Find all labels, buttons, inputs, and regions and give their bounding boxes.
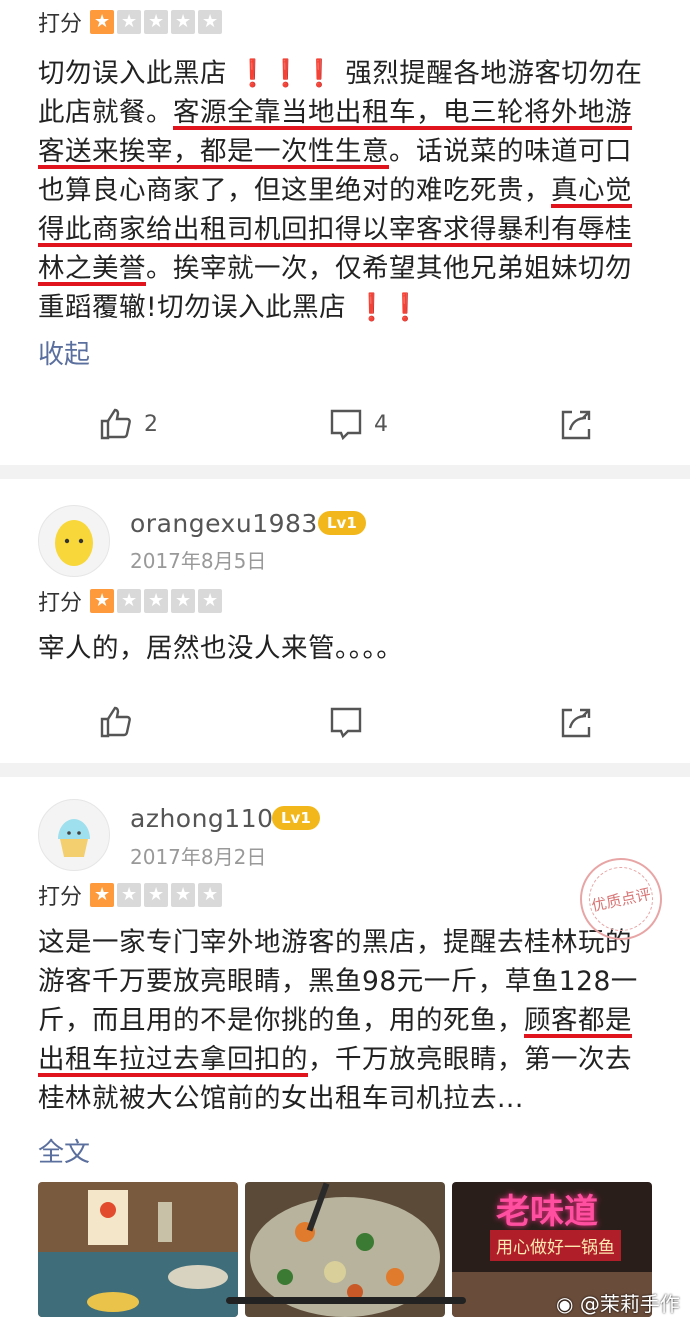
lemon-avatar-icon	[55, 520, 93, 566]
review-body: 切勿误入此黑店 ❗️❗️❗️ 强烈提醒各地游客切勿在此店就餐。客源全靠当地出租车…	[38, 54, 658, 327]
level-badge: Lv1	[318, 511, 366, 535]
sign-bottom: 用心做好一锅鱼	[490, 1230, 621, 1261]
rating-row: 打分 ★ ★ ★ ★ ★	[38, 879, 223, 911]
star-icon: ★	[90, 883, 115, 907]
horizontal-scrollbar[interactable]	[226, 1297, 466, 1304]
avatar[interactable]	[38, 799, 110, 871]
username[interactable]: azhong110	[130, 804, 274, 833]
cupcake-avatar-icon	[58, 819, 90, 857]
watermark-text: @茉莉手作	[579, 1292, 680, 1316]
weibo-icon: ◉	[556, 1292, 574, 1316]
star-icon: ★	[90, 589, 115, 613]
divider	[0, 465, 690, 479]
star-icon: ★	[117, 10, 142, 34]
star-icon: ★	[144, 10, 169, 34]
star-icon: ★	[198, 10, 223, 34]
share-button[interactable]	[558, 406, 594, 442]
full-text-link[interactable]: 全文	[38, 1132, 90, 1169]
comment-button[interactable]: 4	[328, 406, 388, 442]
sign-top: 老味道	[496, 1192, 598, 1232]
star-icon: ★	[171, 10, 196, 34]
star-icon: ★	[90, 10, 115, 34]
review-body: 宰人的，居然也没人来管。。。。	[38, 633, 404, 664]
comment-button[interactable]	[328, 704, 364, 740]
rating-label: 打分	[38, 12, 83, 37]
review-photo-1[interactable]	[38, 1182, 238, 1317]
share-button[interactable]	[558, 704, 594, 740]
review-date: 2017年8月2日	[130, 845, 267, 869]
comment-count: 4	[374, 411, 388, 437]
review-card-2: orangexu1983 Lv1 2017年8月5日 打分 ★ ★ ★ ★ ★ …	[0, 479, 690, 763]
exclamation-icon: ❗️❗️❗️	[235, 58, 337, 89]
star-rating: ★ ★ ★ ★ ★	[90, 883, 223, 907]
review-date: 2017年8月5日	[130, 549, 267, 573]
review-body: 这是一家专门宰外地游客的黑店，提醒去桂林玩的游客千万要放亮眼睛，黑鱼98元一斤，…	[38, 923, 658, 1118]
star-icon: ★	[144, 589, 169, 613]
star-rating: ★ ★ ★ ★ ★	[90, 10, 223, 34]
rating-row: 打分 ★ ★ ★ ★ ★	[38, 6, 223, 38]
avatar[interactable]	[38, 505, 110, 577]
level-badge: Lv1	[272, 806, 320, 830]
rating-row: 打分 ★ ★ ★ ★ ★	[38, 585, 223, 617]
exclamation-icon: ❗️❗️	[355, 292, 423, 323]
star-rating: ★ ★ ★ ★ ★	[90, 589, 223, 613]
username[interactable]: orangexu1983	[130, 509, 318, 538]
thumbs-up-icon	[100, 408, 131, 440]
like-count: 2	[144, 411, 158, 437]
rating-label: 打分	[38, 591, 83, 616]
watermark: ◉ @茉莉手作	[556, 1288, 680, 1317]
share-icon	[561, 410, 591, 440]
comment-icon	[330, 707, 362, 739]
like-button[interactable]	[98, 704, 134, 740]
star-icon: ★	[117, 883, 142, 907]
star-icon: ★	[171, 883, 196, 907]
collapse-link[interactable]: 收起	[38, 334, 90, 371]
divider	[0, 763, 690, 777]
rating-label: 打分	[38, 885, 83, 910]
star-icon: ★	[198, 883, 223, 907]
star-icon: ★	[198, 589, 223, 613]
stamp-text: 优质点评	[589, 884, 653, 915]
share-icon	[561, 708, 591, 738]
thumbs-up-icon	[100, 706, 131, 738]
review-text: 切勿误入此黑店	[38, 58, 227, 89]
like-button[interactable]: 2	[98, 406, 158, 442]
star-icon: ★	[117, 589, 142, 613]
restaurant-table-photo	[38, 1182, 238, 1317]
star-icon: ★	[171, 589, 196, 613]
comment-icon	[330, 409, 362, 441]
star-icon: ★	[144, 883, 169, 907]
review-card-1: 打分 ★ ★ ★ ★ ★ 切勿误入此黑店 ❗️❗️❗️ 强烈提醒各地游客切勿在此…	[0, 0, 690, 465]
